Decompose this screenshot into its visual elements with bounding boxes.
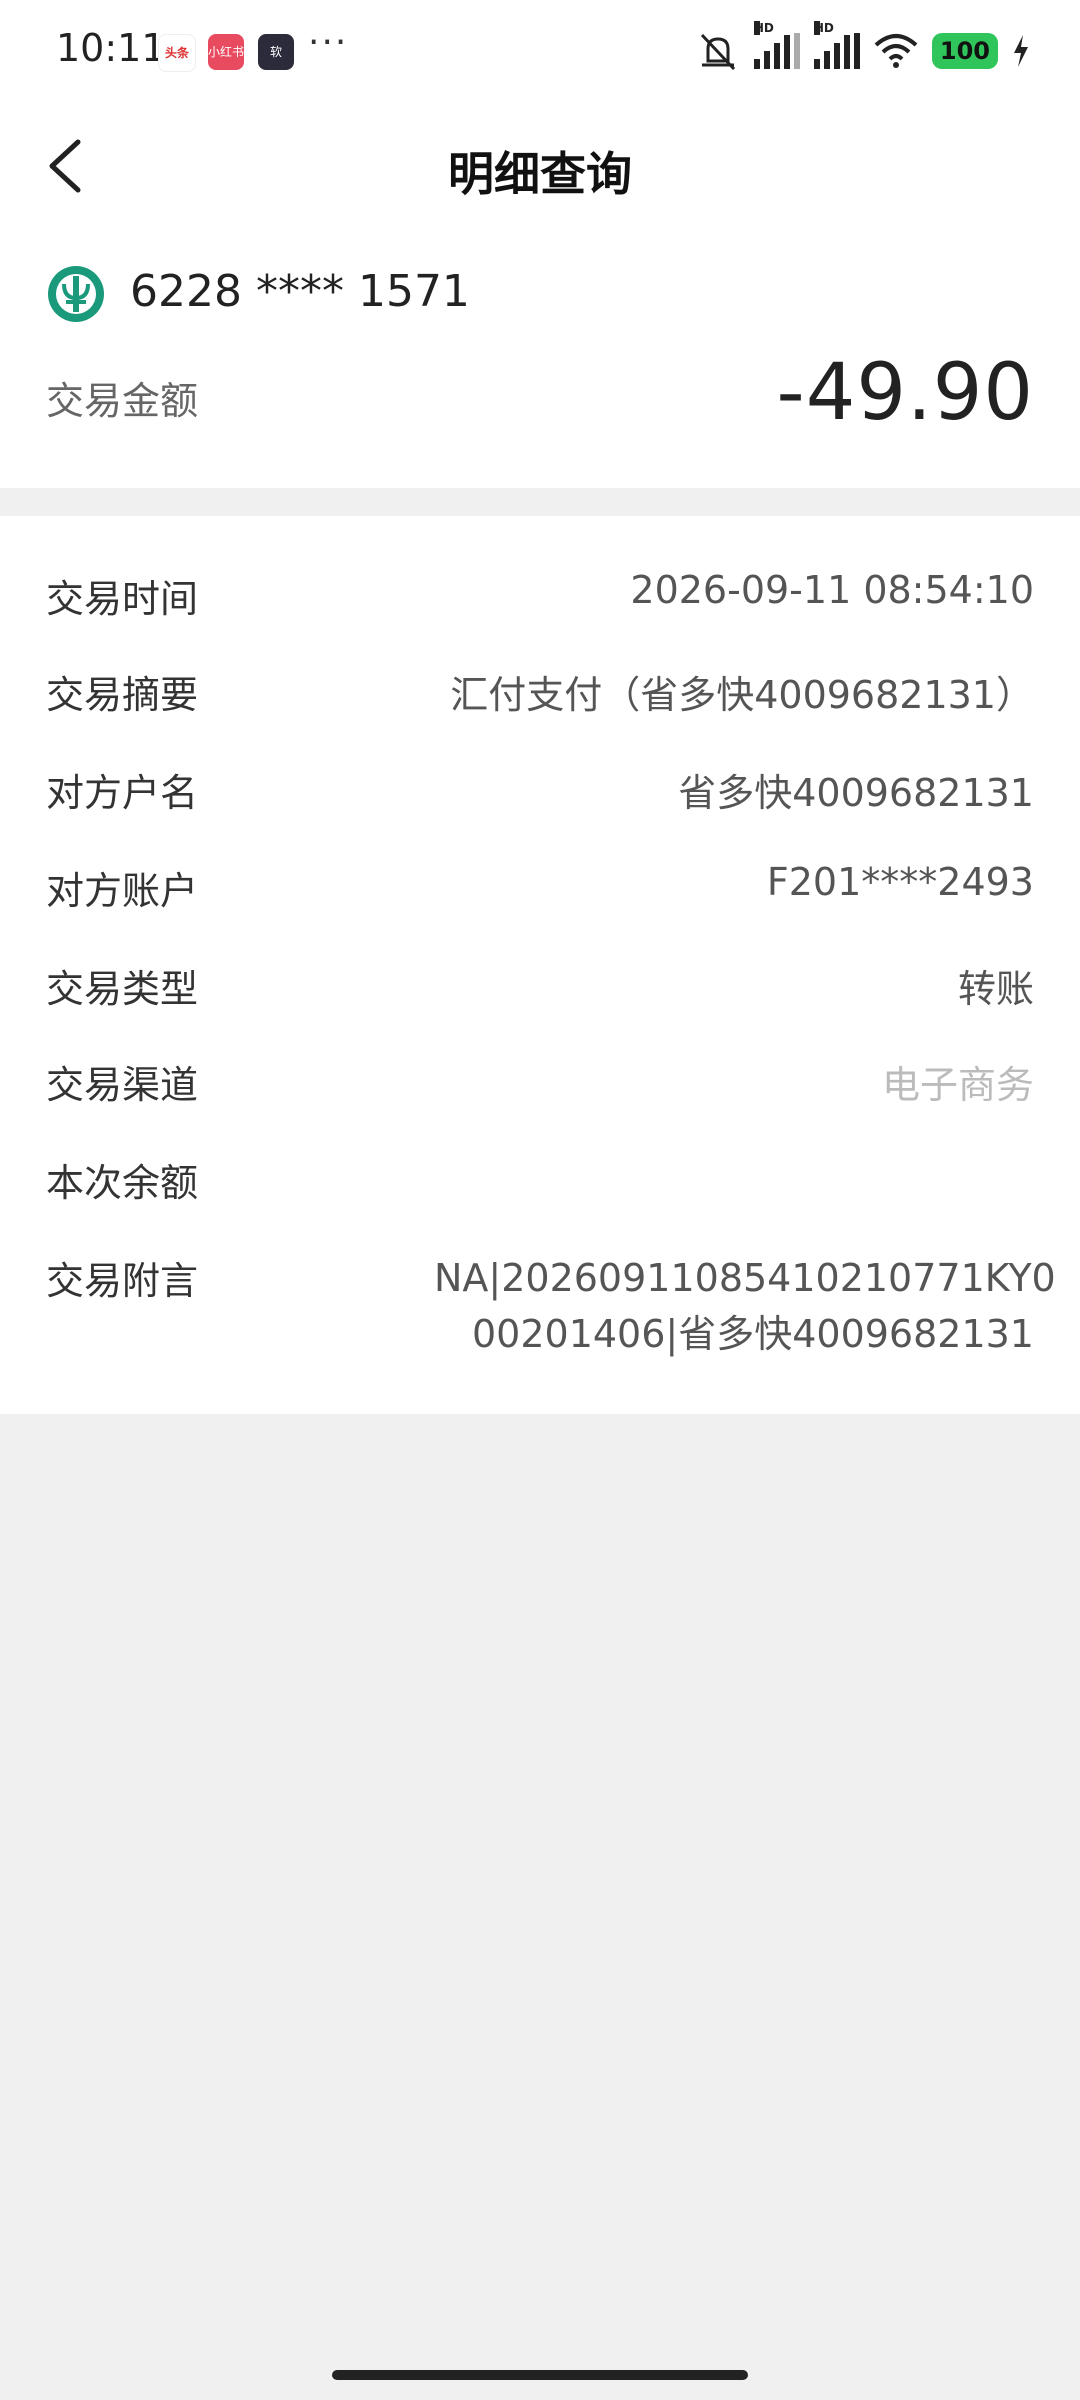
charging-icon	[1014, 35, 1028, 67]
detail-label: 交易时间	[46, 577, 199, 621]
status-time: 10:11	[56, 26, 166, 70]
hd-label: HD	[753, 21, 774, 35]
detail-label: 本次余额	[46, 1161, 199, 1205]
signal-2-icon: HD	[813, 21, 860, 69]
bank-logo-icon	[48, 266, 104, 322]
nav-header: 明细查询	[0, 100, 1080, 230]
detail-value: 电子商务	[881, 1063, 1034, 1107]
card-number: 6228 **** 1571	[130, 266, 470, 317]
detail-label: 对方户名	[46, 771, 199, 815]
detail-value: 2026-09-11 08:54:10	[630, 568, 1034, 612]
detail-value: F201****2493	[766, 860, 1034, 904]
remark-line-1: NA|20260911085410210771KY0	[434, 1256, 1056, 1300]
detail-value: NA|20260911085410210771KY0 00201406|省多快4…	[434, 1250, 1056, 1362]
detail-label: 交易类型	[46, 967, 199, 1011]
signal-1-icon: HD	[753, 21, 800, 69]
detail-label: 交易摘要	[46, 673, 199, 717]
page: 10:11 头条 小红书 软 ··· HD HD 100 明细查询 6228 *…	[0, 0, 1080, 2400]
more-notifications-icon: ···	[308, 22, 349, 63]
hd-label: HD	[813, 21, 834, 35]
wifi-icon	[874, 34, 918, 68]
xiaohongshu-app-icon: 小红书	[208, 34, 244, 70]
detail-value: 转账	[957, 967, 1034, 1011]
page-title: 明细查询	[448, 147, 632, 201]
app-icon: 软	[258, 34, 294, 70]
detail-value: 省多快4009682131	[678, 771, 1034, 815]
battery-indicator: 100	[931, 33, 998, 69]
amount-label: 交易金额	[46, 379, 199, 423]
detail-label: 交易渠道	[46, 1063, 199, 1107]
transaction-summary: 6228 **** 1571 交易金额 -49.90	[0, 230, 1080, 488]
home-indicator[interactable]	[332, 2370, 748, 2380]
remark-line-2: 00201406|省多快4009682131	[472, 1312, 1034, 1356]
status-bar: 10:11 头条 小红书 软 ··· HD HD 100	[0, 0, 1080, 100]
detail-value: 汇付支付（省多快4009682131）	[450, 673, 1034, 717]
transaction-details: 交易时间 2026-09-11 08:54:10 交易摘要 汇付支付（省多快40…	[0, 516, 1080, 1414]
toutiao-app-icon: 头条	[158, 34, 196, 72]
status-icons: HD HD 100	[696, 21, 1030, 76]
mute-icon	[700, 33, 735, 71]
detail-label: 对方账户	[46, 869, 199, 913]
detail-label: 交易附言	[46, 1259, 199, 1303]
amount-value: -49.90	[776, 348, 1034, 438]
